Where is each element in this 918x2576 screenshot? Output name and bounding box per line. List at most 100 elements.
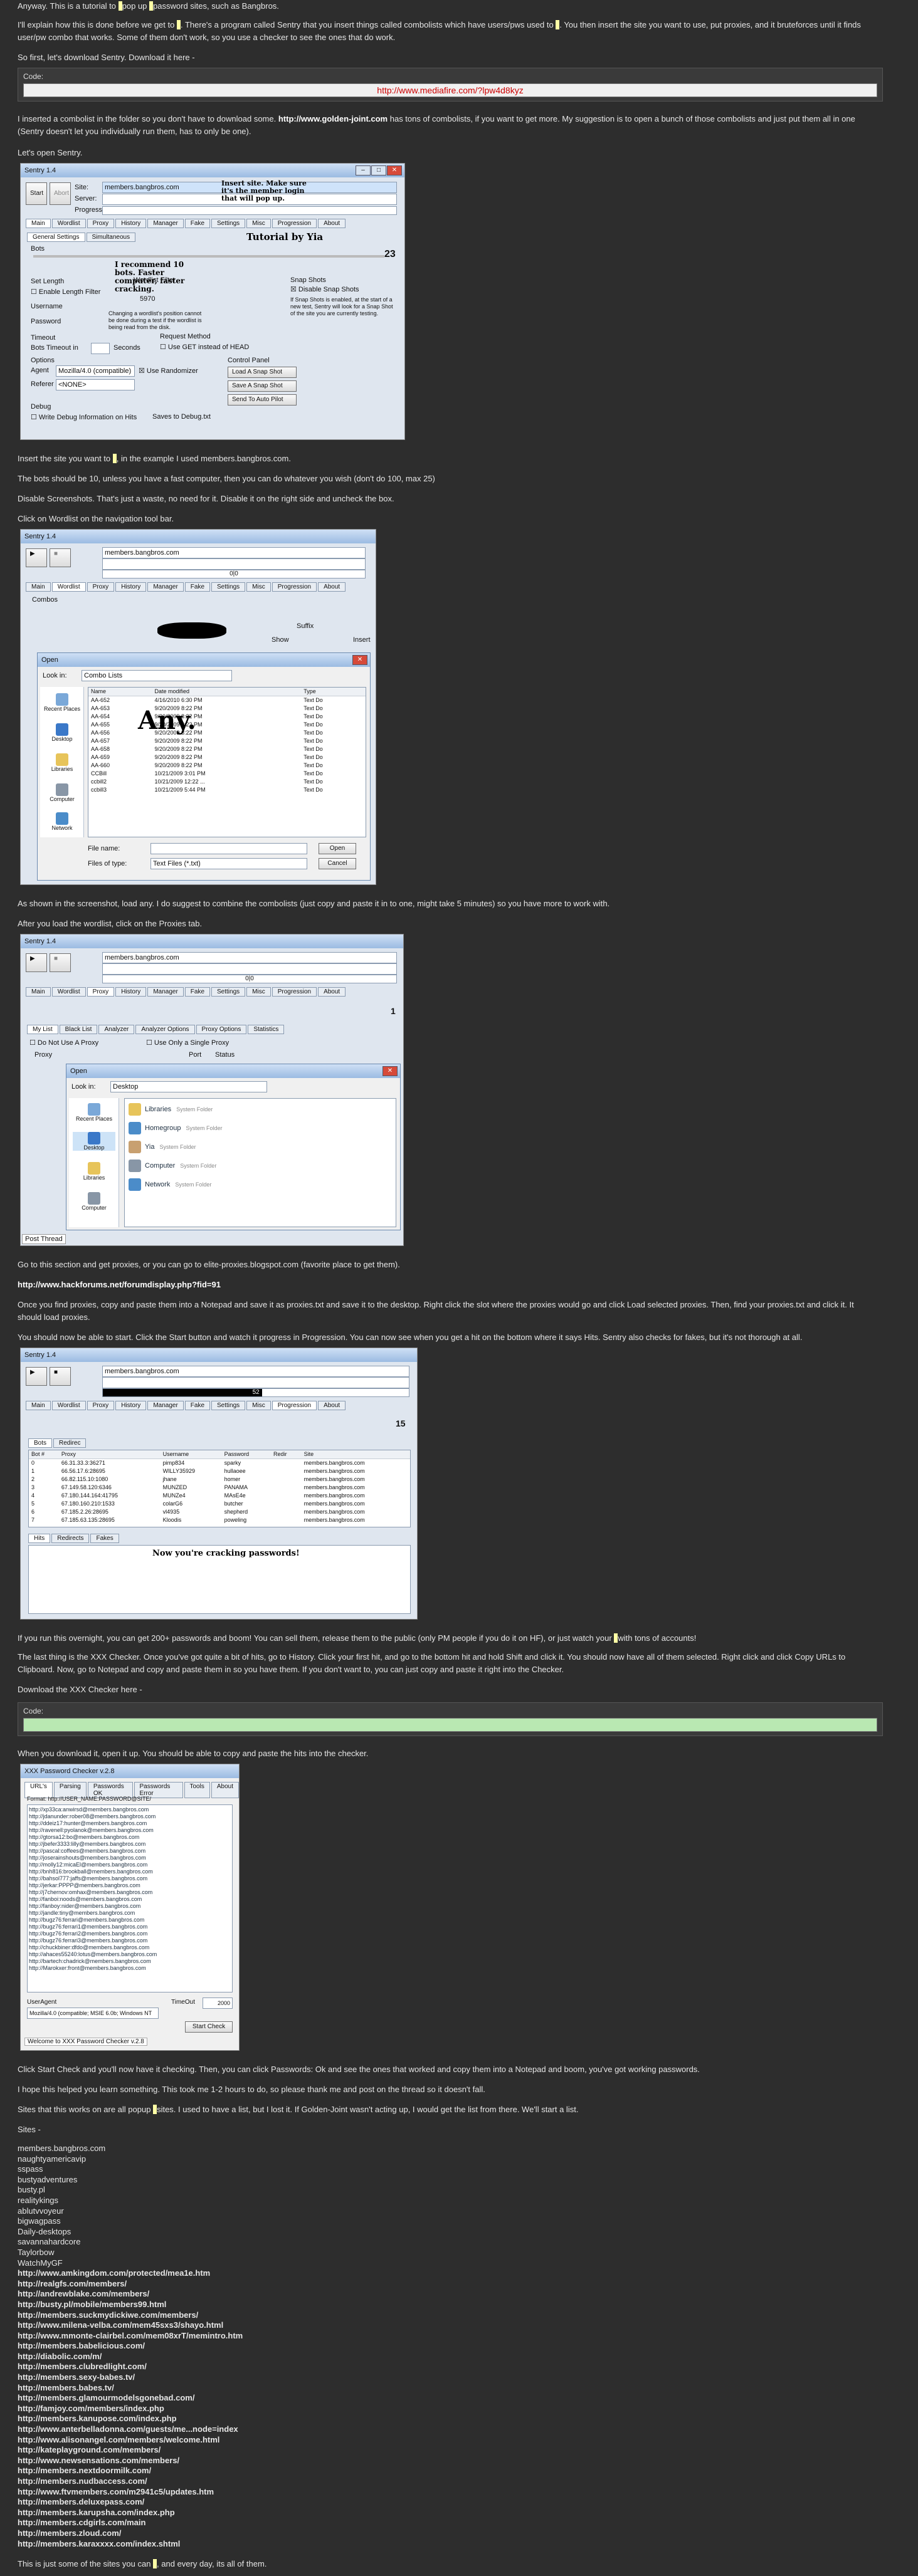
tab-settings[interactable]: Settings — [211, 219, 246, 228]
tab-about[interactable]: About — [318, 987, 346, 997]
file-row[interactable]: AA-654 9/20/2009 8:22 PM Text Do — [88, 712, 366, 720]
bots-slider-track[interactable] — [33, 255, 384, 258]
tab-general-settings[interactable]: General Settings — [27, 233, 85, 242]
place-libraries[interactable]: Libraries — [43, 753, 82, 772]
file-row[interactable]: AA-659 9/20/2009 8:22 PM Text Do — [88, 753, 366, 761]
tab-redirects[interactable]: Redirects — [51, 1534, 90, 1543]
site-input[interactable]: members.bangbros.com — [102, 547, 366, 558]
close-button[interactable]: ✕ — [352, 655, 367, 665]
place-desktop[interactable]: Desktop — [73, 1132, 115, 1151]
server-input[interactable] — [102, 1377, 409, 1388]
tab-progression[interactable]: Progression — [272, 1401, 317, 1410]
site-link[interactable]: http://www.alisonangel.com/members/welco… — [18, 2435, 883, 2446]
site-link[interactable]: http://members.deluxepass.com/ — [18, 2497, 883, 2508]
tab-fake[interactable]: Fake — [184, 987, 211, 997]
tab-proxy-options[interactable]: Proxy Options — [196, 1025, 247, 1034]
file-row[interactable]: CCBill 10/21/2009 3:01 PM Text Do — [88, 769, 366, 777]
hackforums-link[interactable]: http://www.hackforums.net/forumdisplay.p… — [18, 1280, 221, 1289]
site-link[interactable]: http://www.ftvmembers.com/m2941c5/update… — [18, 2487, 883, 2498]
table-row[interactable]: 3 67.149.58.120:6346 MUNZED PANAMA members.b… — [29, 1483, 410, 1491]
enable-length-checkbox[interactable]: ☐ Enable Length Filter — [31, 288, 100, 296]
column-header[interactable]: Bot # — [29, 1450, 59, 1459]
column-header[interactable]: Site — [301, 1450, 410, 1459]
tab-wordlist[interactable]: Wordlist — [51, 987, 86, 997]
tab-manager[interactable]: Manager — [147, 1401, 184, 1410]
tab-progression[interactable]: Progression — [272, 582, 317, 592]
file-row[interactable]: AA-658 9/20/2009 8:22 PM Text Do — [88, 745, 366, 753]
column-header[interactable]: Password — [221, 1450, 271, 1459]
tab-history[interactable]: History — [115, 987, 147, 997]
abort-button[interactable]: ■ — [50, 1367, 71, 1386]
tab-fake[interactable]: Fake — [184, 219, 211, 228]
tab-about[interactable]: About — [318, 219, 346, 228]
look-in-select[interactable]: Desktop — [110, 1081, 267, 1092]
close-button[interactable]: ✕ — [387, 165, 402, 175]
tab-misc[interactable]: Misc — [246, 219, 271, 228]
tab-main[interactable]: Main — [26, 219, 51, 228]
timeout-input[interactable] — [91, 343, 110, 354]
place-recent[interactable]: Recent Places — [73, 1103, 115, 1122]
send-autopilot-button[interactable]: Send To Auto Pilot — [228, 394, 297, 406]
table-row[interactable]: 7 67.185.63.135:28695 Kloodis poweling membe… — [29, 1516, 410, 1524]
referer-select[interactable]: <NONE> — [56, 379, 135, 390]
tab-black-list[interactable]: Black List — [59, 1025, 98, 1034]
file-name-input[interactable] — [150, 843, 307, 854]
timeout-input[interactable]: 2000 — [203, 1997, 233, 2009]
tab-history[interactable]: History — [115, 582, 147, 592]
table-row[interactable]: 2 66.82.115.10:1080 jhane homer members.bang… — [29, 1475, 410, 1483]
site-link[interactable]: http://famjoy.com/members/index.php — [18, 2404, 883, 2414]
site-link[interactable]: http://busty.pl/mobile/members99.html — [18, 2300, 883, 2310]
no-proxy-checkbox[interactable]: ☐ Do Not Use A Proxy — [29, 1039, 98, 1047]
abort-button[interactable]: ■ — [50, 548, 71, 567]
place-computer[interactable]: Computer — [43, 783, 82, 802]
abort-button[interactable]: Abort — [50, 182, 71, 205]
load-snapshot-button[interactable]: Load A Snap Shot — [228, 367, 297, 378]
use-get-checkbox[interactable]: ☐ Use GET instead of HEAD — [160, 343, 249, 351]
write-debug-checkbox[interactable]: ☐ Write Debug Information on Hits — [31, 413, 137, 421]
place-libraries[interactable]: Libraries — [73, 1162, 115, 1181]
tab-misc[interactable]: Misc — [246, 1401, 271, 1410]
table-row[interactable]: 4 67.180.144.164:41795 MUNZe4 MAsE4e members… — [29, 1491, 410, 1499]
tab-bots[interactable]: Bots — [28, 1438, 53, 1448]
site-link[interactable]: http://members.sexy-babes.tv/ — [18, 2372, 883, 2383]
table-row[interactable]: 0 66.31.33.3:36271 pimp834 sparky members.ba… — [29, 1458, 410, 1467]
col-name[interactable]: Name — [88, 688, 152, 696]
tab-wordlist[interactable]: Wordlist — [51, 1401, 86, 1410]
tab-main[interactable]: Main — [26, 582, 51, 592]
file-row[interactable]: ccbill2 10/21/2009 12:22 ... Text Do — [88, 777, 366, 785]
tab-history[interactable]: History — [115, 219, 147, 228]
site-link[interactable]: http://kateplayground.com/members/ — [18, 2445, 883, 2456]
useragent-input[interactable]: Mozilla/4.0 (compatible; MSIE 6.0b; Wind… — [27, 2008, 159, 2019]
tab-progression[interactable]: Progression — [272, 987, 317, 997]
file-row[interactable]: AA-660 9/20/2009 8:22 PM Text Do — [88, 761, 366, 769]
tab-settings[interactable]: Settings — [211, 582, 246, 592]
site-link[interactable]: http://members.clubredlight.com/ — [18, 2362, 883, 2372]
site-link[interactable]: http://members.glamourmodelsgonebad.com/ — [18, 2393, 883, 2404]
site-link[interactable]: http://members.nudbaccess.com/ — [18, 2476, 883, 2487]
start-check-button[interactable]: Start Check — [185, 2021, 233, 2033]
file-row[interactable]: ccbill3 10/21/2009 5:44 PM Text Do — [88, 785, 366, 793]
column-header[interactable]: Username — [160, 1450, 222, 1459]
site-input[interactable]: members.bangbros.com — [102, 1366, 409, 1377]
site-link[interactable]: http://members.zloud.com/ — [18, 2528, 883, 2539]
column-header[interactable]: Redir — [270, 1450, 302, 1459]
tab-proxy[interactable]: Proxy — [87, 1401, 115, 1410]
desktop-item[interactable]: Computer System Folder — [126, 1156, 394, 1175]
tab-redirec[interactable]: Redirec — [53, 1438, 87, 1448]
abort-button[interactable]: ■ — [50, 953, 71, 972]
site-link[interactable]: http://members.cdgirls.com/main — [18, 2518, 883, 2528]
site-link[interactable]: http://realgfs.com/members/ — [18, 2279, 883, 2290]
tab-proxy[interactable]: Proxy — [87, 582, 115, 592]
site-link[interactable]: http://members.babes.tv/ — [18, 2383, 883, 2394]
tab-statistics[interactable]: Statistics — [248, 1025, 285, 1034]
agent-input[interactable]: Mozilla/4.0 (compatible) — [56, 365, 135, 377]
tab-analyzer[interactable]: Analyzer — [98, 1025, 135, 1034]
site-input[interactable]: members.bangbros.com — [102, 952, 397, 963]
tab-history[interactable]: History — [115, 1401, 147, 1410]
place-recent[interactable]: Recent Places — [43, 693, 82, 712]
tab-manager[interactable]: Manager — [147, 219, 184, 228]
tab-wordlist[interactable]: Wordlist — [51, 582, 86, 592]
golden-joint-link[interactable]: http://www.golden-joint.com — [278, 114, 388, 123]
tab-fake[interactable]: Fake — [184, 1401, 211, 1410]
server-input[interactable] — [102, 558, 366, 570]
